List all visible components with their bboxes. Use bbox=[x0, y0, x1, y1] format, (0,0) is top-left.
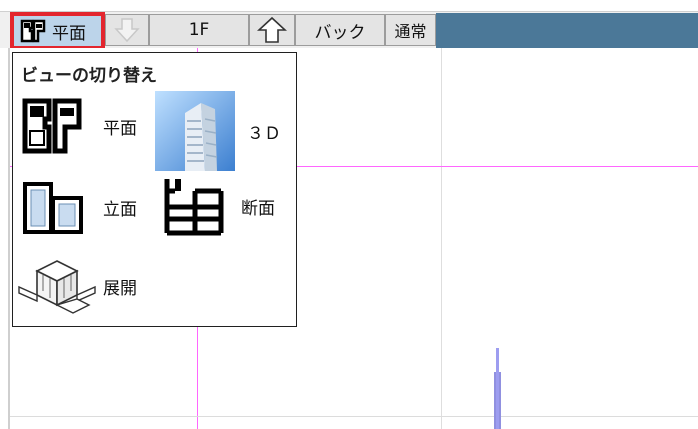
back-view-button[interactable]: バック bbox=[295, 14, 385, 46]
floor-plan-icon bbox=[20, 19, 46, 43]
grid-line-horizontal-secondary bbox=[10, 416, 698, 417]
arrow-up-icon bbox=[257, 16, 287, 43]
menu-item-elevation-label: 立面 bbox=[103, 199, 137, 220]
menu-item-3d[interactable]: ３Ｄ bbox=[155, 91, 281, 171]
menu-item-section[interactable]: 断面 bbox=[161, 175, 275, 237]
back-label: バック bbox=[314, 22, 366, 43]
floor-selector[interactable]: 1F bbox=[149, 14, 249, 46]
floor-plan-icon bbox=[22, 98, 82, 154]
menu-item-plan-label: 平面 bbox=[103, 118, 137, 139]
display-mode-button[interactable]: 通常 bbox=[385, 14, 436, 46]
window-top-strip bbox=[0, 0, 698, 12]
view-switch-button[interactable]: 平面 bbox=[10, 12, 105, 50]
view-switch-menu: ビューの切り替え 平面 ３Ｄ 立面 断面 展開 bbox=[12, 52, 297, 327]
elevation-icon bbox=[23, 182, 83, 234]
floor-up-button[interactable] bbox=[249, 14, 295, 46]
menu-item-plan[interactable]: 平面 bbox=[21, 95, 137, 157]
display-mode-label: 通常 bbox=[394, 22, 427, 41]
menu-item-development[interactable]: 展開 bbox=[17, 257, 137, 315]
toolbar-title-strip bbox=[436, 13, 698, 48]
floor-down-button[interactable] bbox=[105, 14, 149, 46]
menu-item-development-label: 展開 bbox=[103, 278, 137, 299]
floor-label: 1F bbox=[188, 20, 210, 40]
column-element-line bbox=[496, 348, 499, 429]
section-icon bbox=[164, 179, 224, 236]
view-switch-label: 平面 bbox=[52, 23, 86, 44]
arrow-down-icon bbox=[114, 18, 140, 43]
grid-line-vertical-secondary bbox=[441, 48, 442, 429]
menu-item-elevation[interactable]: 立面 bbox=[21, 178, 137, 236]
development-icon bbox=[18, 260, 96, 314]
menu-item-section-label: 断面 bbox=[241, 198, 275, 219]
3d-building-icon bbox=[155, 91, 235, 171]
menu-title: ビューの切り替え bbox=[21, 66, 157, 86]
canvas-left-edge bbox=[8, 48, 10, 429]
menu-item-3d-label: ３Ｄ bbox=[247, 123, 281, 144]
